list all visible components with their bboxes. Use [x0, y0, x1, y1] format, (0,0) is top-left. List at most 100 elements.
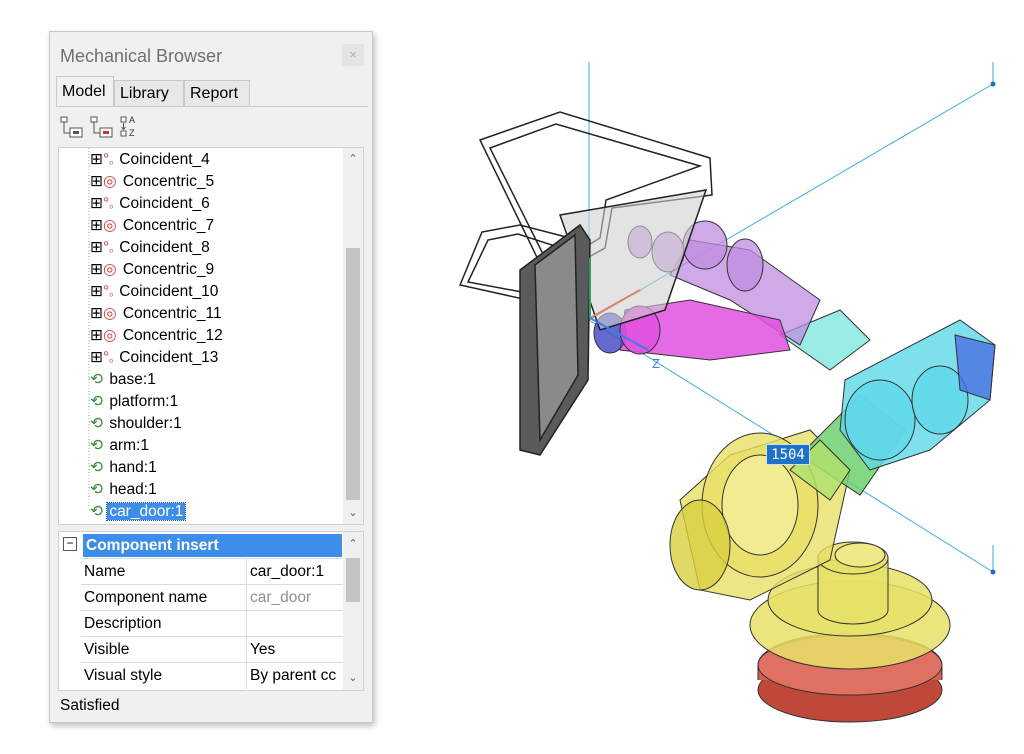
tree-item-label: Coincident_10: [119, 283, 219, 300]
expand-tree-icon[interactable]: [60, 115, 86, 141]
sort-az-icon[interactable]: A Z: [120, 115, 146, 141]
tree-item-component[interactable]: ⟲ platform:1: [90, 391, 180, 413]
property-row-description[interactable]: Description: [81, 610, 345, 637]
property-row-visual-style[interactable]: Visual style By parent cc: [81, 662, 345, 689]
property-value[interactable]: By parent cc: [246, 663, 345, 689]
concentric-icon: ◎: [103, 217, 117, 234]
tree-item-label: Concentric_7: [122, 217, 215, 234]
concentric-icon: ◎: [103, 261, 117, 278]
tree-item-label: car_door:1: [106, 502, 187, 521]
scroll-up-icon[interactable]: ⌃: [343, 535, 363, 553]
tree-item-component[interactable]: ⟲ arm:1: [90, 435, 151, 457]
expand-icon[interactable]: ⊞: [90, 239, 103, 256]
component-icon: ⟲: [90, 371, 103, 388]
concentric-icon: ◎: [103, 305, 117, 322]
status-text: Satisfied: [60, 697, 120, 714]
expand-icon[interactable]: ⊞: [90, 305, 103, 322]
scroll-up-icon[interactable]: ⌃: [343, 150, 363, 168]
property-key: Description: [84, 615, 162, 632]
close-button[interactable]: ×: [342, 44, 364, 66]
component-icon: ⟲: [90, 437, 103, 454]
tree-item-constraint[interactable]: ⊞°ₒ Coincident_4: [90, 149, 212, 171]
tree-item-label: hand:1: [109, 459, 157, 476]
tree-item-label: Coincident_6: [119, 195, 210, 212]
property-row-name[interactable]: Name car_door:1: [81, 558, 345, 585]
tree-item-label: Concentric_5: [122, 173, 215, 190]
expand-icon[interactable]: ⊞: [90, 151, 103, 168]
tree-item-label: Coincident_13: [119, 349, 219, 366]
tree-item-component[interactable]: ⟲ hand:1: [90, 457, 159, 479]
viewport-3d[interactable]: Z: [380, 40, 1024, 754]
expand-icon[interactable]: ⊞: [90, 195, 103, 212]
tree-item-constraint[interactable]: ⊞◎ Concentric_7: [90, 215, 216, 237]
expand-icon[interactable]: ⊞: [90, 217, 103, 234]
collapse-section-icon[interactable]: −: [63, 537, 77, 551]
component-icon: ⟲: [90, 459, 103, 476]
scroll-down-icon[interactable]: ⌄: [343, 669, 363, 687]
tree-item-component[interactable]: ⟲ head:1: [90, 479, 159, 501]
tree-item-constraint[interactable]: ⊞°ₒ Coincident_8: [90, 237, 212, 259]
tree-item-label: Coincident_8: [119, 239, 210, 256]
property-key: Name: [84, 563, 126, 580]
property-value[interactable]: car_door:1: [246, 559, 345, 585]
car-door[interactable]: [458, 111, 713, 456]
tree-item-label: base:1: [109, 371, 156, 388]
tree-item-constraint[interactable]: ⊞◎ Concentric_11: [90, 303, 224, 325]
property-key: Component name: [84, 589, 208, 606]
component-icon: ⟲: [90, 503, 103, 520]
tree-item-label: Coincident_4: [119, 151, 210, 168]
tree-scrollbar[interactable]: ⌃ ⌄: [343, 148, 363, 524]
expand-icon[interactable]: ⊞: [90, 283, 103, 300]
tree-item-component-selected[interactable]: ⟲ car_door:1: [90, 501, 187, 523]
axis-label-z: Z: [652, 356, 660, 371]
property-value[interactable]: Yes: [246, 637, 345, 663]
property-row-component-name[interactable]: Component name car_door: [81, 584, 345, 611]
browser-toolbar: A Z: [60, 115, 210, 143]
svg-text:A: A: [129, 115, 135, 125]
expand-icon[interactable]: ⊞: [90, 349, 103, 366]
tree-item-constraint[interactable]: ⊞◎ Concentric_5: [90, 171, 216, 193]
tree-item-component[interactable]: ⟲ base:1: [90, 369, 158, 391]
panel-title: Mechanical Browser: [60, 46, 223, 66]
property-key: Visual style: [84, 667, 163, 684]
coincident-icon-b: ₒ: [109, 156, 113, 167]
properties-header: − Component insert: [59, 532, 345, 558]
tree-item-constraint[interactable]: ⊞°ₒ Coincident_6: [90, 193, 212, 215]
expand-icon[interactable]: ⊞: [90, 173, 103, 190]
model-tree: ⊞°ₒ Coincident_4 ⊞◎ Concentric_5 ⊞°ₒ Coi…: [58, 147, 364, 525]
tab-bar: Model Library Report: [56, 76, 368, 107]
component-icon: ⟲: [90, 393, 103, 410]
tree-item-component[interactable]: ⟲ shoulder:1: [90, 413, 184, 435]
tree-item-constraint[interactable]: ⊞◎ Concentric_12: [90, 325, 225, 347]
scroll-down-icon[interactable]: ⌄: [343, 504, 363, 522]
properties-grid: − Component insert Name car_door:1 Compo…: [58, 531, 364, 691]
tab-model[interactable]: Model: [56, 76, 114, 107]
tab-library[interactable]: Library: [114, 80, 184, 106]
tab-report[interactable]: Report: [184, 80, 250, 106]
property-row-visible[interactable]: Visible Yes: [81, 636, 345, 663]
collapse-tree-icon[interactable]: [90, 115, 116, 141]
dimension-input[interactable]: 1504: [766, 444, 810, 465]
svg-text:Z: Z: [129, 128, 135, 138]
component-icon: ⟲: [90, 415, 103, 432]
tree-item-label: head:1: [109, 481, 157, 498]
scrollbar-thumb[interactable]: [346, 248, 360, 500]
tree-item-label: platform:1: [109, 393, 179, 410]
tree-item-label: Concentric_9: [122, 261, 215, 278]
property-key: Visible: [84, 641, 130, 658]
tree-item-label: arm:1: [109, 437, 149, 454]
concentric-icon: ◎: [103, 327, 117, 344]
expand-icon[interactable]: ⊞: [90, 261, 103, 278]
scrollbar-thumb[interactable]: [346, 558, 360, 602]
properties-scrollbar[interactable]: ⌃ ⌄: [343, 532, 363, 690]
dimension-point[interactable]: [990, 81, 996, 87]
tree-item-constraint[interactable]: ⊞°ₒ Coincident_10: [90, 281, 220, 303]
expand-icon[interactable]: ⊞: [90, 327, 103, 344]
concentric-icon: ◎: [103, 173, 117, 190]
tree-item-constraint[interactable]: ⊞°ₒ Coincident_13: [90, 347, 220, 369]
tree-item-label: Concentric_11: [122, 305, 222, 322]
property-value[interactable]: [246, 611, 345, 637]
tree-item-constraint[interactable]: ⊞◎ Concentric_9: [90, 259, 216, 281]
mechanical-browser-panel: Mechanical Browser × Model Library Repor…: [49, 31, 373, 723]
dimension-point[interactable]: [990, 569, 996, 575]
